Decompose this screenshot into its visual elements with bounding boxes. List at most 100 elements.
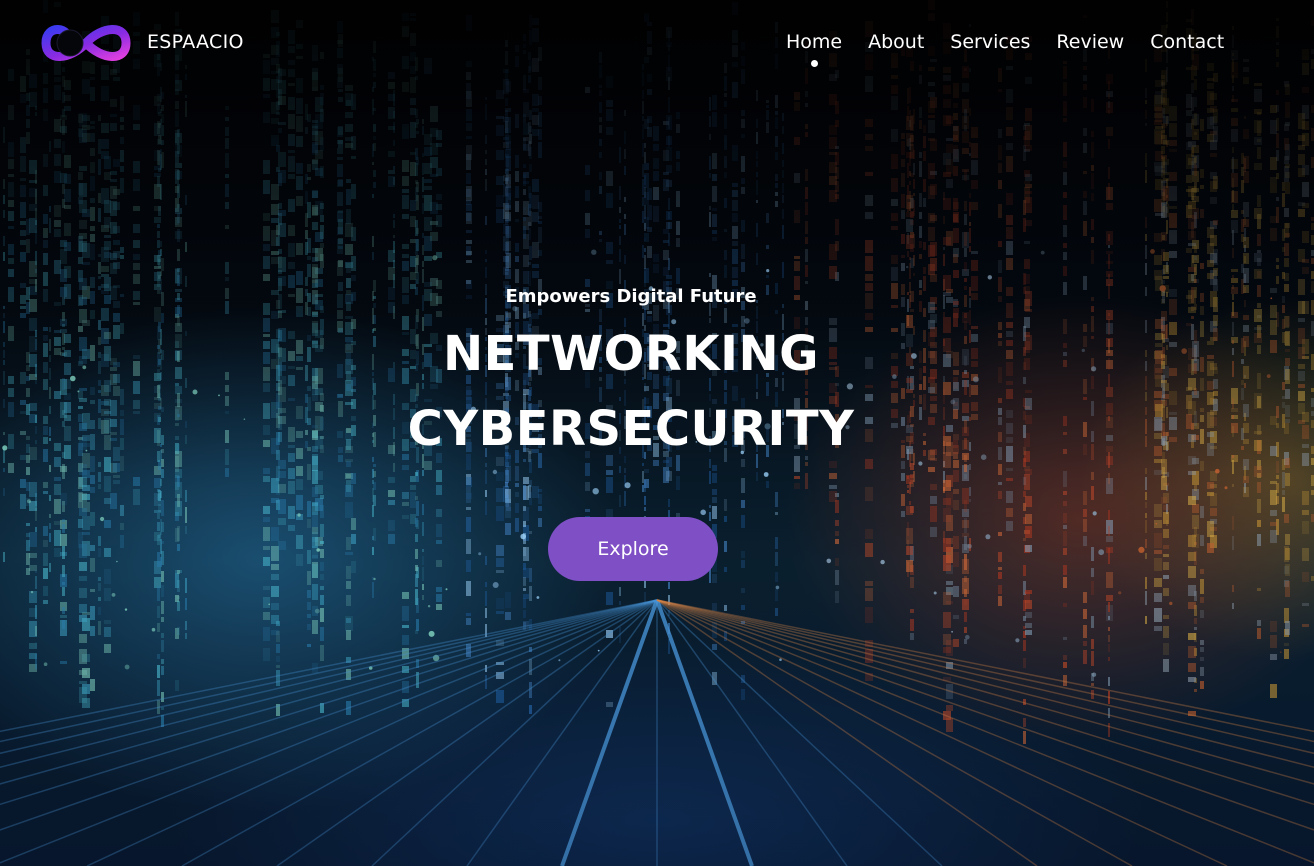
- data-stream-segment: [161, 633, 164, 638]
- data-stream-segment: [26, 239, 30, 253]
- data-stream-segment: [104, 498, 111, 504]
- data-stream-segment: [402, 244, 409, 249]
- explore-button[interactable]: Explore: [548, 517, 718, 581]
- data-stream-segment: [157, 680, 160, 696]
- data-stream-segment: [782, 160, 784, 167]
- data-stream-segment: [653, 254, 659, 262]
- data-stream-segment: [312, 257, 318, 262]
- data-stream-segment: [312, 248, 318, 253]
- data-stream-segment: [901, 210, 905, 219]
- data-stream-segment: [1091, 616, 1094, 628]
- data-stream-segment: [1194, 165, 1197, 176]
- data-stream-segment: [20, 221, 26, 225]
- data-stream-segment: [79, 477, 87, 487]
- data-stream-segment: [624, 224, 626, 235]
- data-stream-segment: [1025, 197, 1032, 213]
- data-stream-segment: [320, 109, 324, 122]
- data-stream-segment: [906, 235, 913, 249]
- data-stream-segment: [90, 121, 95, 124]
- data-stream-segment: [1169, 140, 1177, 146]
- data-stream-segment: [1298, 202, 1305, 206]
- light-particle: [297, 513, 301, 517]
- brand-name[interactable]: ESPAACIO: [147, 31, 244, 53]
- nav-home[interactable]: Home: [786, 31, 843, 67]
- data-stream-segment: [668, 499, 670, 507]
- data-stream-segment: [805, 103, 808, 107]
- data-stream-segment: [1006, 521, 1013, 531]
- data-stream-segment: [1207, 227, 1214, 238]
- data-stream-segment: [338, 210, 343, 213]
- data-stream-segment: [741, 119, 745, 128]
- data-stream-segment: [782, 126, 784, 134]
- data-stream-segment: [741, 244, 745, 259]
- data-stream-segment: [1231, 269, 1238, 272]
- data-stream-segment: [606, 702, 613, 707]
- data-stream-segment: [624, 468, 626, 473]
- data-stream-segment: [1232, 147, 1234, 153]
- data-stream-segment: [276, 112, 280, 115]
- data-stream-segment: [1091, 237, 1094, 243]
- light-particle: [124, 664, 130, 670]
- data-stream-segment: [296, 554, 303, 566]
- data-stream-segment: [1006, 478, 1013, 481]
- nav-contact[interactable]: Contact: [1150, 31, 1224, 53]
- data-stream-segment: [466, 109, 472, 121]
- data-stream-segment: [943, 555, 951, 571]
- data-stream-segment: [712, 214, 717, 227]
- data-stream-segment: [1169, 106, 1177, 121]
- data-stream-segment: [712, 489, 717, 495]
- data-stream-segment: [1243, 459, 1249, 470]
- data-stream-segment: [1145, 520, 1147, 533]
- data-stream-segment: [312, 620, 318, 634]
- data-stream-segment: [1200, 119, 1204, 131]
- data-stream-segment: [393, 260, 395, 268]
- data-stream-segment: [158, 206, 161, 216]
- data-stream-segment: [1270, 635, 1277, 648]
- data-stream-segment: [415, 239, 418, 255]
- data-stream-segment: [1025, 526, 1032, 538]
- nav-home-label: Home: [786, 31, 843, 53]
- data-stream-segment: [647, 205, 652, 220]
- data-stream-segment: [1025, 630, 1032, 635]
- data-stream-segment: [104, 548, 111, 557]
- data-stream-segment: [346, 263, 351, 273]
- data-stream-segment: [969, 464, 971, 470]
- data-stream-segment: [523, 138, 526, 150]
- data-stream-segment: [794, 261, 800, 271]
- light-particle: [592, 488, 599, 495]
- data-stream-segment: [271, 118, 279, 124]
- data-stream-segment: [906, 152, 913, 158]
- data-stream-segment: [624, 214, 626, 219]
- data-stream-segment: [3, 552, 5, 562]
- data-stream-segment: [177, 143, 180, 154]
- data-stream-segment: [505, 177, 509, 181]
- data-stream-segment: [1231, 108, 1238, 112]
- nav-about[interactable]: About: [868, 31, 924, 53]
- data-stream-segment: [1091, 651, 1094, 666]
- nav-review[interactable]: Review: [1056, 31, 1124, 53]
- data-stream-segment: [101, 266, 109, 272]
- data-stream-segment: [351, 156, 356, 159]
- data-stream-segment: [741, 551, 745, 558]
- data-stream-segment: [906, 475, 913, 484]
- data-stream-segment: [964, 599, 967, 605]
- data-stream-segment: [964, 464, 967, 472]
- data-stream-segment: [320, 541, 324, 544]
- data-stream-segment: [1285, 102, 1290, 118]
- nav-services[interactable]: Services: [950, 31, 1030, 53]
- data-stream-segment: [104, 620, 111, 624]
- data-stream-segment: [120, 117, 124, 122]
- data-stream-segment: [644, 163, 649, 170]
- data-stream-segment: [393, 166, 395, 170]
- data-stream-segment: [1194, 618, 1197, 624]
- data-stream-segment: [263, 648, 270, 661]
- infinity-logo-icon[interactable]: [40, 14, 132, 72]
- data-stream-segment: [1108, 644, 1110, 652]
- data-stream-segment: [90, 244, 95, 260]
- data-stream-segment: [969, 246, 971, 252]
- data-stream-segment: [928, 245, 935, 257]
- data-stream-segment: [158, 168, 161, 172]
- data-stream-segment: [120, 535, 124, 548]
- data-stream-segment: [1207, 260, 1214, 267]
- data-stream-segment: [416, 619, 419, 631]
